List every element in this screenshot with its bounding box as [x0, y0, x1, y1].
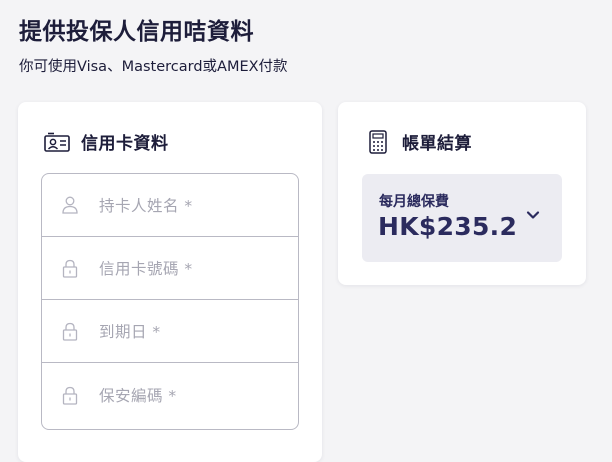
expiry-date-placeholder: 到期日 *	[99, 323, 161, 341]
monthly-premium-label: 每月總保費	[379, 194, 449, 210]
user-icon	[61, 195, 79, 215]
page-subtitle: 你可使用Visa、Mastercard或AMEX付款	[19, 59, 288, 75]
expiry-date-field[interactable]: 到期日 *	[42, 300, 298, 363]
chevron-down-icon[interactable]	[525, 207, 541, 223]
credit-card-details-title: 信用卡資料	[81, 134, 169, 154]
card-number-placeholder: 信用卡號碼 *	[99, 260, 193, 278]
security-code-placeholder: 保安編碼 *	[99, 387, 177, 405]
card-number-field[interactable]: 信用卡號碼 *	[42, 237, 298, 300]
lock-icon	[61, 385, 79, 405]
billing-summary-header: 帳單結算	[365, 129, 472, 154]
calculator-icon	[365, 129, 391, 154]
cardholder-name-field[interactable]: 持卡人姓名 *	[42, 174, 298, 237]
billing-summary-card: 帳單結算 每月總保費 HK$235.2	[338, 102, 586, 285]
lock-icon	[61, 258, 79, 278]
monthly-premium-amount: HK$235.2	[378, 212, 518, 241]
credit-card-details-card: 信用卡資料 持卡人姓名 * 信用卡號碼 * 到期日 * 保安編碼 *	[18, 102, 322, 462]
id-card-icon	[44, 130, 70, 154]
page-title: 提供投保人信用咭資料	[19, 19, 254, 45]
billing-summary-title: 帳單結算	[402, 134, 472, 154]
credit-card-form: 持卡人姓名 * 信用卡號碼 * 到期日 * 保安編碼 *	[41, 173, 299, 430]
security-code-field[interactable]: 保安編碼 *	[42, 363, 298, 427]
monthly-premium-summary[interactable]: 每月總保費 HK$235.2	[362, 174, 562, 262]
cardholder-name-placeholder: 持卡人姓名 *	[99, 197, 193, 215]
credit-card-details-header: 信用卡資料	[44, 129, 169, 154]
lock-icon	[61, 321, 79, 341]
